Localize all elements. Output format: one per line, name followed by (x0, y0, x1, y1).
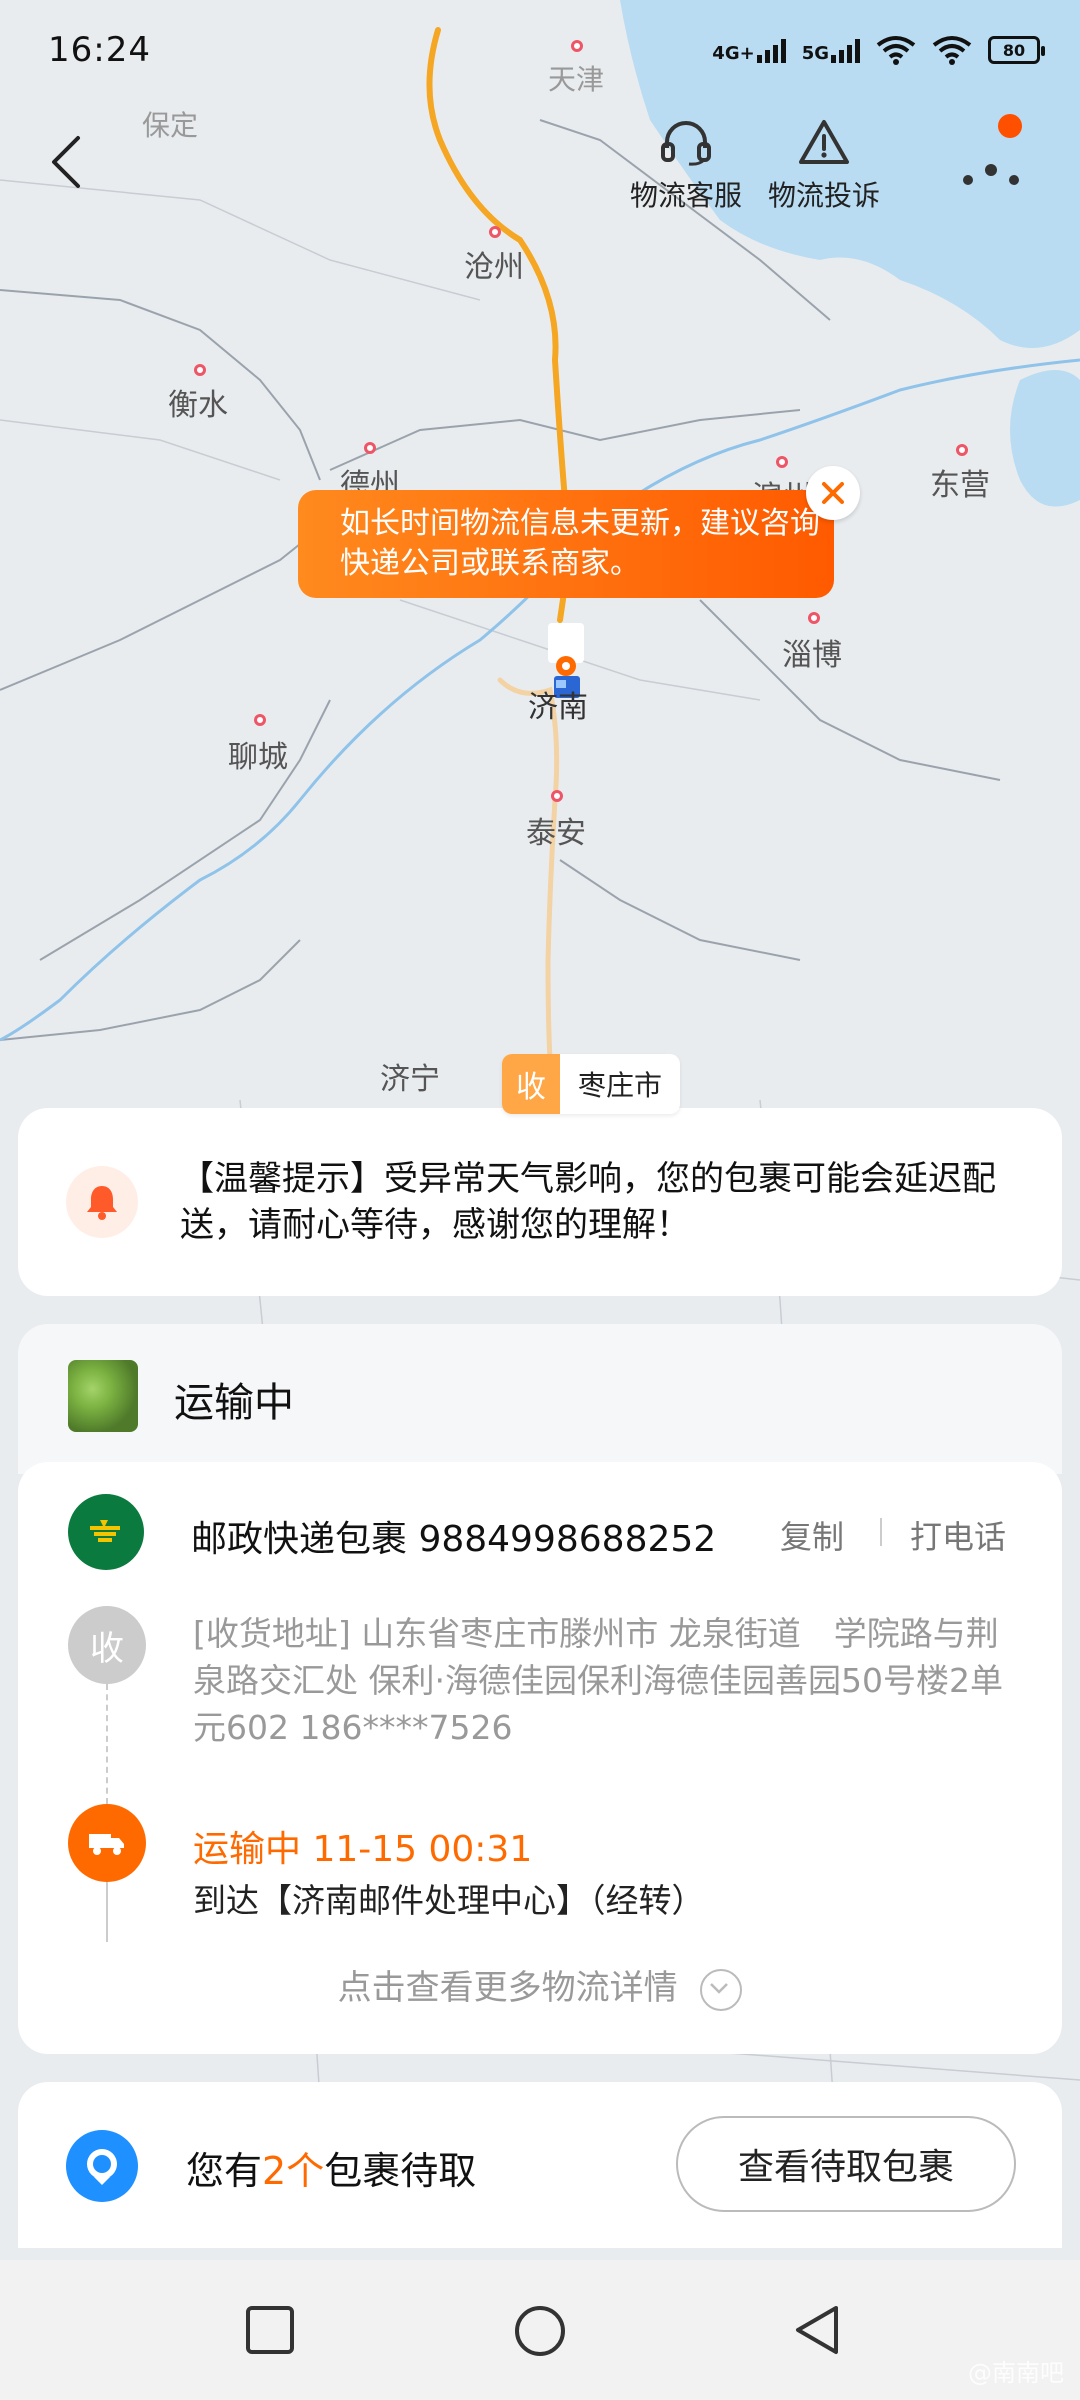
battery-icon: 80 (988, 36, 1045, 64)
latest-status: 运输中 11-15 00:31 (193, 1829, 533, 1870)
city-label: 沧州 (464, 250, 524, 285)
home-button[interactable] (513, 2304, 567, 2358)
wifi-icon (932, 36, 972, 65)
close-bubble-button[interactable] (806, 466, 860, 520)
shipment-details-card: 邮政快递包裹 9884998688252 复制 打电话 收 [收货地址] 山东省… (18, 1462, 1062, 2054)
city-label: 衡水 (168, 388, 228, 423)
more-link-label: 点击查看更多物流详情 (337, 1968, 678, 2008)
timeline-line (106, 1882, 108, 1942)
timeline-line (106, 1684, 108, 1804)
pickup-station-icon (66, 2130, 138, 2202)
product-thumbnail[interactable] (68, 1360, 138, 1432)
back-arrow-icon[interactable] (40, 132, 100, 192)
cellular-signal-icon: 5G (802, 37, 860, 63)
back-button[interactable] (792, 2304, 844, 2356)
receive-badge: 收 (502, 1054, 560, 1114)
cellular-signal-icon: 4G+ (712, 37, 786, 63)
logistics-tip-bubble: 如长时间物流信息未更新，建议咨询快递公司或联系商家。 (298, 490, 834, 598)
receive-node: 收 (68, 1606, 146, 1684)
more-logistics-link[interactable]: 点击查看更多物流详情 (18, 1960, 1062, 2011)
city-label: 济南 (528, 690, 588, 725)
logistics-complaint-button[interactable]: 物流投诉 (768, 118, 880, 214)
watermark: @南南吧 (968, 2359, 1064, 2387)
close-icon (822, 482, 844, 504)
shipment-status-header: 运输中 (18, 1324, 1062, 1474)
pickup-count: 2个 (262, 2149, 325, 2193)
bell-icon (66, 1166, 138, 1238)
tracking-number: 邮政快递包裹 9884998688252 (191, 1519, 717, 1560)
notification-dot (998, 114, 1022, 138)
more-options-icon[interactable] (956, 128, 1026, 198)
pickup-card: 您有2个包裹待取 查看待取包裹 (18, 2082, 1062, 2248)
delivery-address: [收货地址] 山东省枣庄市滕州市 龙泉街道 学院路与荆泉路交汇处 保利·海德佳园… (193, 1614, 1003, 1747)
warning-icon (799, 120, 849, 164)
city-label: 淄博 (782, 638, 842, 673)
china-post-logo (68, 1494, 144, 1570)
clock: 16:24 (48, 30, 151, 70)
copy-button[interactable]: 复制 (780, 1512, 844, 1558)
truck-icon (68, 1804, 146, 1882)
status-bar: 16:24 4G+ 5G 80 (0, 0, 1080, 100)
notice-text: 【温馨提示】受异常天气影响，您的包裹可能会延迟配送，请耐心等待，感谢您的理解！ (180, 1159, 996, 1245)
weather-notice-card: 【温馨提示】受异常天气影响，您的包裹可能会延迟配送，请耐心等待，感谢您的理解！ (18, 1108, 1062, 1296)
logistics-service-button[interactable]: 物流客服 (630, 118, 742, 214)
pickup-message: 您有2个包裹待取 (186, 2149, 477, 2193)
recent-apps-button[interactable] (244, 2304, 296, 2356)
destination-marker: 收 枣庄市 (502, 1054, 681, 1114)
latest-event: 到达【济南邮件处理中心】（经转） (193, 1881, 705, 1920)
system-navigation-bar: @南南吧 (0, 2260, 1080, 2400)
city-label: 泰安 (526, 816, 586, 851)
headset-icon (661, 121, 711, 166)
call-button[interactable]: 打电话 (910, 1512, 1006, 1558)
divider (880, 1518, 882, 1546)
complaint-label: 物流投诉 (768, 179, 881, 212)
wifi-icon (876, 36, 916, 65)
city-label: 济宁 (380, 1062, 440, 1097)
shipment-status-title: 运输中 (174, 1380, 294, 1426)
destination-city: 枣庄市 (578, 1069, 663, 1102)
bubble-text: 如长时间物流信息未更新，建议咨询快递公司或联系商家。 (340, 506, 820, 581)
chevron-down-icon (700, 1968, 743, 2011)
service-label: 物流客服 (630, 179, 743, 212)
city-label: 东营 (930, 468, 990, 503)
view-pickup-button[interactable]: 查看待取包裹 (676, 2116, 1016, 2212)
top-bar: 物流客服 物流投诉 (0, 110, 1080, 230)
city-label: 聊城 (228, 740, 288, 775)
